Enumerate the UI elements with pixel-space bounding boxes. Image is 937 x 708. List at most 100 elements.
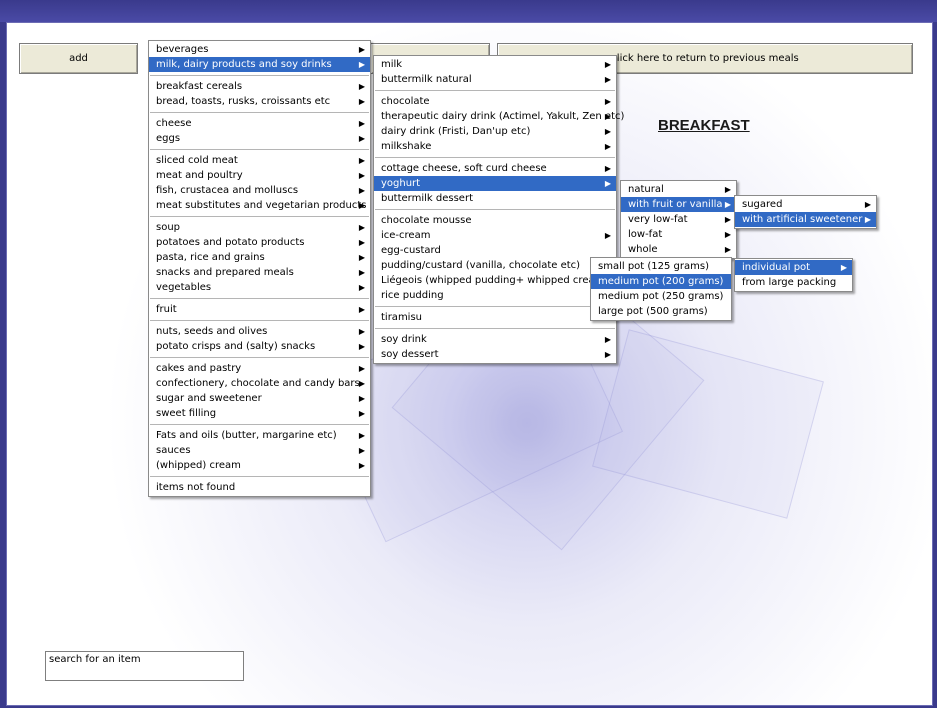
menu-item[interactable]: soy dessert ▶ bbox=[374, 347, 616, 362]
menu-item[interactable]: confectionery, chocolate and candy bars ▶ bbox=[149, 376, 370, 391]
menu-item[interactable]: Liégeois (whipped pudding+ whipped cream… bbox=[374, 273, 616, 288]
menu-item[interactable]: milkshake ▶ bbox=[374, 139, 616, 154]
menu-item[interactable]: cheese ▶ bbox=[149, 116, 370, 131]
menu-item[interactable]: egg-custard bbox=[374, 243, 616, 258]
menu-item[interactable]: sauces ▶ bbox=[149, 443, 370, 458]
arrow-right-icon: ▶ bbox=[358, 97, 365, 106]
menu-item-label: eggs bbox=[156, 133, 181, 144]
menu-item[interactable]: medium pot (200 grams) bbox=[591, 274, 731, 289]
menu-item-label: beverages bbox=[156, 44, 209, 55]
arrow-right-icon: ▶ bbox=[358, 327, 365, 336]
menu-item[interactable]: buttermilk natural ▶ bbox=[374, 72, 616, 87]
menu-item-label: breakfast cereals bbox=[156, 81, 243, 92]
menu-item[interactable]: buttermilk dessert bbox=[374, 191, 616, 206]
menu-item[interactable]: sliced cold meat ▶ bbox=[149, 153, 370, 168]
add-button[interactable]: add bbox=[19, 43, 138, 74]
menu-item[interactable]: low-fat ▶ bbox=[621, 227, 736, 242]
menu-item[interactable]: meat substitutes and vegetarian products… bbox=[149, 198, 370, 213]
menu-item[interactable]: very low-fat ▶ bbox=[621, 212, 736, 227]
menu-item[interactable]: fruit ▶ bbox=[149, 302, 370, 317]
menu-item[interactable]: bread, toasts, rusks, croissants etc ▶ bbox=[149, 94, 370, 109]
menu-separator bbox=[375, 157, 615, 158]
menu-item-label: egg-custard bbox=[381, 245, 441, 256]
menu-item-label: soy drink bbox=[381, 334, 427, 345]
menu-item-label: cheese bbox=[156, 118, 192, 129]
menu-item[interactable]: from large packing bbox=[735, 275, 852, 290]
menu-item[interactable]: yoghurt ▶ bbox=[374, 176, 616, 191]
menu-item[interactable]: medium pot (250 grams) bbox=[591, 289, 731, 304]
arrow-right-icon: ▶ bbox=[604, 97, 611, 106]
menu-item[interactable]: milk ▶ bbox=[374, 57, 616, 72]
menu-item-label: with artificial sweetener bbox=[742, 214, 863, 225]
menu-item[interactable]: individual pot ▶ bbox=[735, 260, 852, 275]
arrow-right-icon: ▶ bbox=[358, 156, 365, 165]
arrow-right-icon: ▶ bbox=[358, 394, 365, 403]
sweetener-submenu: sugared ▶ with artificial sweetener ▶ bbox=[734, 195, 877, 229]
menu-item[interactable]: soy drink ▶ bbox=[374, 332, 616, 347]
menu-item-label: items not found bbox=[156, 482, 236, 493]
menu-item[interactable]: ice-cream ▶ bbox=[374, 228, 616, 243]
menu-item[interactable]: snacks and prepared meals ▶ bbox=[149, 265, 370, 280]
menu-item[interactable]: chocolate ▶ bbox=[374, 94, 616, 109]
arrow-right-icon: ▶ bbox=[358, 461, 365, 470]
menu-item-label: rice pudding bbox=[381, 290, 444, 301]
menu-item[interactable]: fish, crustacea and molluscs ▶ bbox=[149, 183, 370, 198]
menu-item-label: meat and poultry bbox=[156, 170, 243, 181]
menu-separator bbox=[375, 90, 615, 91]
menu-separator bbox=[150, 112, 369, 113]
menu-item-label: cakes and pastry bbox=[156, 363, 242, 374]
window-top-border bbox=[0, 0, 937, 22]
arrow-right-icon: ▶ bbox=[604, 164, 611, 173]
menu-item-label: medium pot (250 grams) bbox=[598, 291, 724, 302]
menu-item[interactable]: potato crisps and (salty) snacks ▶ bbox=[149, 339, 370, 354]
menu-item[interactable]: sweet filling ▶ bbox=[149, 406, 370, 421]
arrow-right-icon: ▶ bbox=[724, 200, 731, 209]
menu-item[interactable]: cakes and pastry ▶ bbox=[149, 361, 370, 376]
menu-item[interactable]: eggs ▶ bbox=[149, 131, 370, 146]
menu-item[interactable]: natural ▶ bbox=[621, 182, 736, 197]
menu-item-label: medium pot (200 grams) bbox=[598, 276, 724, 287]
menu-item[interactable]: therapeutic dairy drink (Actimel, Yakult… bbox=[374, 109, 624, 124]
menu-item[interactable]: (whipped) cream ▶ bbox=[149, 458, 370, 473]
menu-item[interactable]: pasta, rice and grains ▶ bbox=[149, 250, 370, 265]
arrow-right-icon: ▶ bbox=[840, 263, 847, 272]
menu-item[interactable]: tiramisu bbox=[374, 310, 616, 325]
menu-item[interactable]: rice pudding bbox=[374, 288, 616, 303]
menu-item[interactable]: chocolate mousse bbox=[374, 213, 616, 228]
menu-item[interactable]: small pot (125 grams) bbox=[591, 259, 731, 274]
arrow-right-icon: ▶ bbox=[358, 268, 365, 277]
arrow-right-icon: ▶ bbox=[358, 186, 365, 195]
menu-item[interactable]: large pot (500 grams) bbox=[591, 304, 731, 319]
menu-item[interactable]: vegetables ▶ bbox=[149, 280, 370, 295]
menu-item[interactable]: pudding/custard (vanilla, chocolate etc) bbox=[374, 258, 616, 273]
menu-item-label: vegetables bbox=[156, 282, 212, 293]
menu-item-label: chocolate bbox=[381, 96, 430, 107]
menu-item[interactable]: with artificial sweetener ▶ bbox=[735, 212, 876, 227]
arrow-right-icon: ▶ bbox=[604, 112, 611, 121]
menu-item[interactable]: cottage cheese, soft curd cheese ▶ bbox=[374, 161, 616, 176]
packing-submenu: individual pot ▶ from large packing bbox=[734, 258, 853, 292]
search-input[interactable]: search for an item bbox=[45, 651, 244, 681]
menu-item[interactable]: sugar and sweetener ▶ bbox=[149, 391, 370, 406]
arrow-right-icon: ▶ bbox=[604, 350, 611, 359]
arrow-right-icon: ▶ bbox=[604, 231, 611, 240]
menu-item[interactable]: beverages ▶ bbox=[149, 42, 370, 57]
menu-item[interactable]: with fruit or vanilla ▶ bbox=[621, 197, 736, 212]
menu-item[interactable]: soup ▶ bbox=[149, 220, 370, 235]
menu-item-label: individual pot bbox=[742, 262, 811, 273]
menu-item[interactable]: breakfast cereals ▶ bbox=[149, 79, 370, 94]
menu-item[interactable]: potatoes and potato products ▶ bbox=[149, 235, 370, 250]
menu-item[interactable]: sugared ▶ bbox=[735, 197, 876, 212]
menu-item[interactable]: whole ▶ bbox=[621, 242, 736, 257]
menu-item[interactable]: Fats and oils (butter, margarine etc) ▶ bbox=[149, 428, 370, 443]
menu-item[interactable]: items not found bbox=[149, 480, 370, 495]
menu-item-label: buttermilk dessert bbox=[381, 193, 473, 204]
menu-item[interactable]: dairy drink (Fristi, Dan'up etc) ▶ bbox=[374, 124, 616, 139]
menu-separator bbox=[375, 306, 615, 307]
menu-item-label: (whipped) cream bbox=[156, 460, 241, 471]
menu-item[interactable]: meat and poultry ▶ bbox=[149, 168, 370, 183]
arrow-right-icon: ▶ bbox=[724, 185, 731, 194]
menu-item[interactable]: nuts, seeds and olives ▶ bbox=[149, 324, 370, 339]
menu-item-label: soup bbox=[156, 222, 181, 233]
menu-item[interactable]: milk, dairy products and soy drinks ▶ bbox=[149, 57, 370, 72]
